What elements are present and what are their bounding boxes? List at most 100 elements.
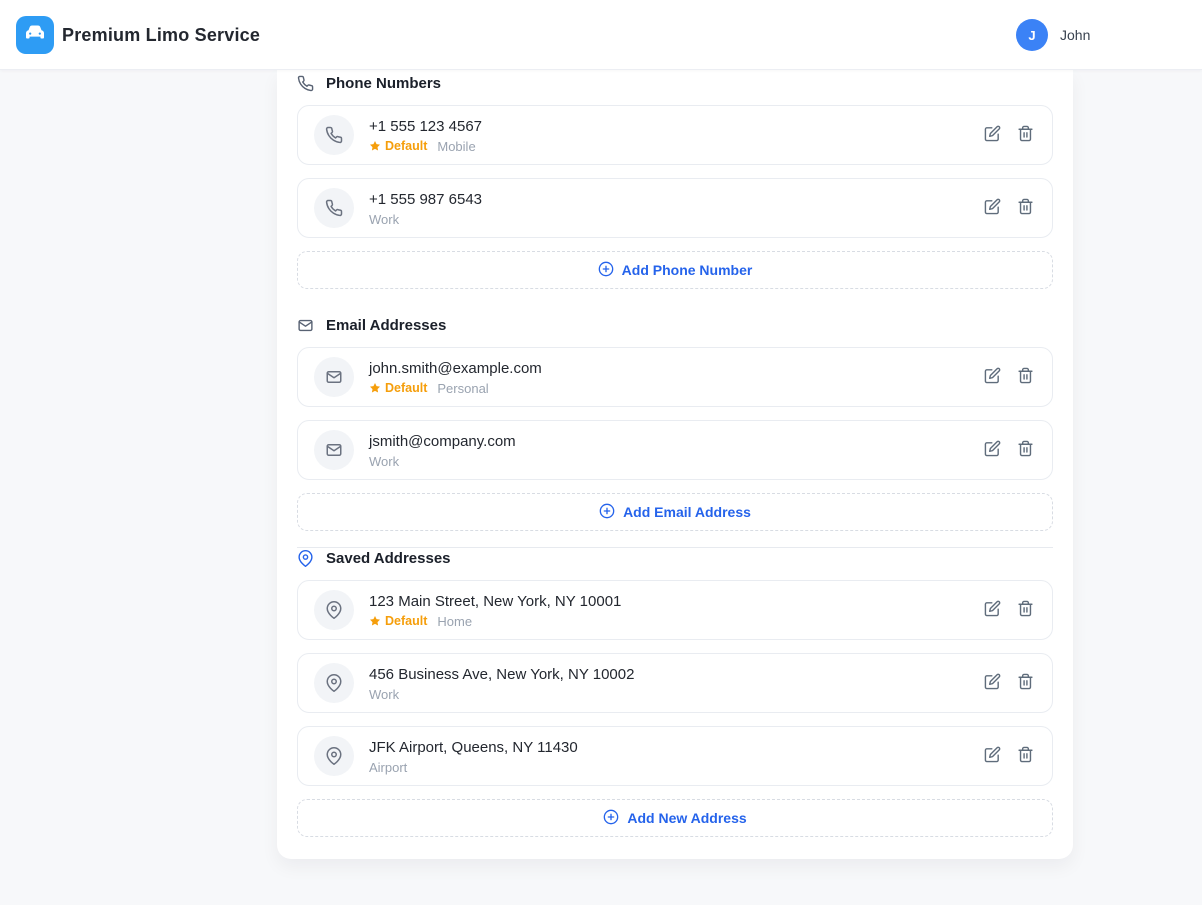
address-meta: 123 Main Street, New York, NY 10001 Defa… (369, 593, 621, 628)
delete-button[interactable] (1016, 368, 1034, 386)
mail-icon (314, 430, 354, 470)
user-name: John (1060, 27, 1090, 43)
phone-sub: Default Mobile (369, 140, 482, 153)
item-actions (983, 368, 1034, 386)
edit-icon (984, 198, 1001, 218)
section-title: Email Addresses (326, 317, 446, 334)
star-icon (369, 382, 381, 394)
map-pin-icon (314, 590, 354, 630)
avatar[interactable]: J (1016, 19, 1048, 51)
email-item: jsmith@company.com Work (297, 420, 1053, 480)
edit-icon (984, 600, 1001, 620)
edit-button[interactable] (983, 601, 1001, 619)
edit-icon (984, 125, 1001, 145)
item-actions (983, 747, 1034, 765)
app-logo[interactable] (16, 16, 54, 54)
type-label: Home (437, 615, 472, 628)
section-header: Email Addresses (297, 315, 1053, 335)
delete-button[interactable] (1016, 601, 1034, 619)
type-label: Airport (369, 761, 407, 774)
email-meta: jsmith@company.com Work (369, 433, 516, 468)
trash-icon (1017, 600, 1034, 620)
phone-icon (297, 75, 314, 92)
delete-button[interactable] (1016, 126, 1034, 144)
edit-icon (984, 440, 1001, 460)
add-phone-number-label: Add Phone Number (622, 262, 753, 278)
car-icon (23, 21, 47, 50)
trash-icon (1017, 198, 1034, 218)
default-badge: Default (369, 382, 427, 395)
edit-icon (984, 673, 1001, 693)
delete-button[interactable] (1016, 441, 1034, 459)
user-menu[interactable]: J John (1016, 19, 1090, 51)
map-pin-icon (314, 736, 354, 776)
section-title: Phone Numbers (326, 75, 441, 92)
type-label: Work (369, 688, 399, 701)
map-pin-icon (314, 663, 354, 703)
email-value: john.smith@example.com (369, 360, 542, 377)
add-phone-number-button[interactable]: Add Phone Number (297, 251, 1053, 289)
trash-icon (1017, 125, 1034, 145)
email-value: jsmith@company.com (369, 433, 516, 450)
add-new-address-label: Add New Address (627, 810, 746, 826)
add-email-address-label: Add Email Address (623, 504, 751, 520)
address-value: 123 Main Street, New York, NY 10001 (369, 593, 621, 610)
address-item: 123 Main Street, New York, NY 10001 Defa… (297, 580, 1053, 640)
edit-icon (984, 746, 1001, 766)
plus-circle-icon (599, 503, 615, 522)
trash-icon (1017, 367, 1034, 387)
address-value: 456 Business Ave, New York, NY 10002 (369, 666, 634, 683)
phone-icon (314, 188, 354, 228)
phone-item: +1 555 987 6543 Work (297, 178, 1053, 238)
star-icon (369, 140, 381, 152)
type-label: Work (369, 213, 399, 226)
add-email-address-button[interactable]: Add Email Address (297, 493, 1053, 531)
item-actions (983, 601, 1034, 619)
contact-info-card: Phone Numbers +1 555 123 4567 Default Mo… (277, 70, 1073, 859)
address-sub: Default Home (369, 615, 621, 628)
delete-button[interactable] (1016, 199, 1034, 217)
app-header: Premium Limo Service J John (0, 0, 1202, 70)
default-label: Default (385, 140, 427, 153)
address-item: JFK Airport, Queens, NY 11430 Airport (297, 726, 1053, 786)
trash-icon (1017, 746, 1034, 766)
edit-button[interactable] (983, 368, 1001, 386)
trash-icon (1017, 673, 1034, 693)
add-new-address-button[interactable]: Add New Address (297, 799, 1053, 837)
edit-button[interactable] (983, 441, 1001, 459)
delete-button[interactable] (1016, 674, 1034, 692)
section-title: Saved Addresses (326, 550, 451, 567)
item-actions (983, 674, 1034, 692)
address-meta: 456 Business Ave, New York, NY 10002 Wor… (369, 666, 634, 701)
type-label: Personal (437, 382, 488, 395)
default-badge: Default (369, 615, 427, 628)
address-meta: JFK Airport, Queens, NY 11430 Airport (369, 739, 578, 774)
section-phone-numbers: Phone Numbers +1 555 123 4567 Default Mo… (297, 73, 1053, 289)
address-value: JFK Airport, Queens, NY 11430 (369, 739, 578, 756)
address-item: 456 Business Ave, New York, NY 10002 Wor… (297, 653, 1053, 713)
phone-item: +1 555 123 4567 Default Mobile (297, 105, 1053, 165)
edit-button[interactable] (983, 126, 1001, 144)
edit-button[interactable] (983, 199, 1001, 217)
section-saved-addresses: Saved Addresses 123 Main Street, New Yor… (297, 548, 1053, 837)
address-sub: Work (369, 688, 634, 701)
type-label: Work (369, 455, 399, 468)
phone-meta: +1 555 987 6543 Work (369, 191, 482, 226)
phone-meta: +1 555 123 4567 Default Mobile (369, 118, 482, 153)
default-label: Default (385, 615, 427, 628)
email-sub: Default Personal (369, 382, 542, 395)
map-pin-icon (297, 550, 314, 567)
phone-value: +1 555 987 6543 (369, 191, 482, 208)
edit-button[interactable] (983, 674, 1001, 692)
edit-button[interactable] (983, 747, 1001, 765)
default-label: Default (385, 382, 427, 395)
delete-button[interactable] (1016, 747, 1034, 765)
phone-icon (314, 115, 354, 155)
email-meta: john.smith@example.com Default Personal (369, 360, 542, 395)
email-sub: Work (369, 455, 516, 468)
mail-icon (314, 357, 354, 397)
default-badge: Default (369, 140, 427, 153)
star-icon (369, 615, 381, 627)
plus-circle-icon (598, 261, 614, 280)
item-actions (983, 441, 1034, 459)
